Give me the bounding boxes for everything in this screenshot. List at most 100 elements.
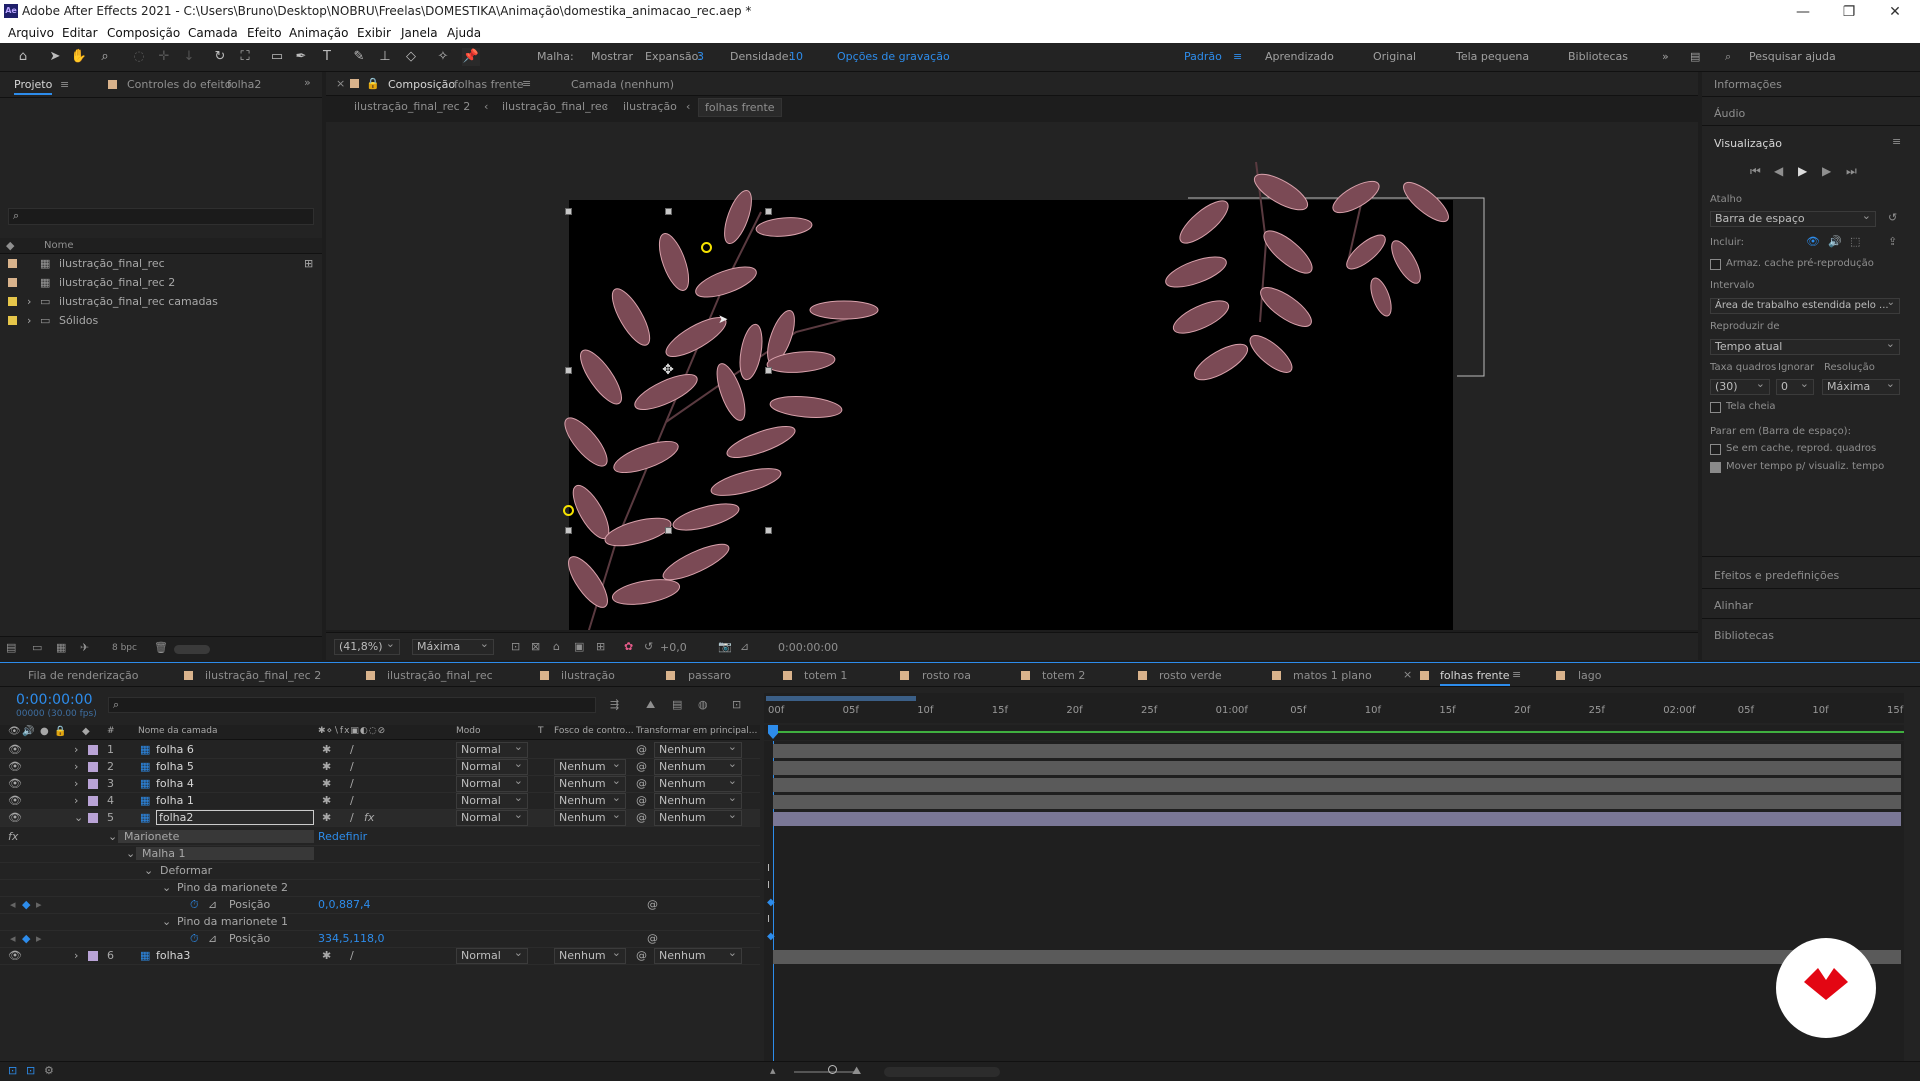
chevron-right-icon[interactable]: › — [74, 794, 78, 807]
frame-blending-icon[interactable]: ▤ — [672, 698, 682, 711]
reset-icon[interactable]: ↺ — [1888, 211, 1897, 224]
mode-dropdown[interactable]: Normal — [456, 757, 528, 775]
orbit-tool-icon[interactable]: ◌ — [130, 48, 148, 66]
graph-icon[interactable]: ⊿ — [208, 898, 217, 911]
collapse-switch-icon[interactable]: ✱ — [322, 760, 331, 773]
col-nome[interactable]: Nome — [44, 240, 74, 251]
parent-dropdown[interactable]: Nenhum — [654, 791, 742, 809]
chevron-right-icon[interactable]: › — [27, 314, 31, 327]
dolly-tool-icon[interactable]: ↓ — [180, 48, 198, 66]
layer-row[interactable]: 👁 › 2 ▦ folha 5 ✱ ∕ Normal Nenhum @ Nenhum — [0, 757, 760, 776]
interpret-footage-icon[interactable]: ▤ — [6, 641, 16, 654]
taxa-dropdown[interactable]: (30) — [1710, 377, 1770, 395]
workspace-padrao[interactable]: Padrão — [1184, 50, 1222, 63]
se-cache-checkbox[interactable] — [1710, 444, 1721, 455]
chevron-down-icon[interactable]: ⌄ — [162, 915, 171, 928]
tab-comp[interactable]: rosto verde — [1159, 669, 1222, 682]
menu-efeito[interactable]: Efeito — [247, 26, 282, 40]
prev-keyframe-icon[interactable]: ◂ — [10, 898, 16, 911]
chevron-down-icon[interactable]: ⌄ — [162, 881, 171, 894]
zoom-out-icon[interactable]: ▴ — [770, 1064, 776, 1077]
chevron-down-icon[interactable]: ⌄ — [74, 811, 83, 824]
workspace-tela-pequena[interactable]: Tela pequena — [1456, 50, 1529, 63]
layer-name[interactable]: folha 6 — [156, 743, 194, 756]
workspace-aprendizado[interactable]: Aprendizado — [1265, 50, 1334, 63]
col-layer-name[interactable]: Nome da camada — [138, 726, 217, 736]
menu-ajuda[interactable]: Ajuda — [447, 26, 481, 40]
reproduzir-dropdown[interactable]: Tempo atual — [1710, 337, 1900, 355]
transform-handle[interactable] — [665, 527, 672, 534]
flowchart-icon[interactable]: ⊞ — [304, 257, 313, 270]
stopwatch-icon[interactable]: ⏱ — [190, 898, 199, 912]
menu-janela[interactable]: Janela — [401, 26, 438, 40]
mask-visibility-icon[interactable]: ⌂ — [553, 640, 560, 653]
show-snapshot-icon[interactable]: ⊿ — [740, 640, 749, 653]
layer-row[interactable]: 👁 › 3 ▦ folha 4 ✱ ∕ Normal Nenhum @ Nenhum — [0, 774, 760, 793]
stopwatch-icon[interactable]: ⏱ — [190, 932, 199, 946]
parent-dropdown[interactable]: Nenhum — [654, 946, 742, 964]
label-swatch[interactable] — [88, 779, 98, 789]
search-help-input[interactable]: Pesquisar ajuda — [1749, 50, 1836, 63]
layer-row[interactable]: 👁 ⌄ 5 ▦ folha2 ✱ ∕ fx Normal Nenhum @ Nenhum — [0, 808, 760, 827]
pickwhip-icon[interactable]: @ — [636, 743, 647, 756]
layer-row[interactable]: 👁 › 4 ▦ folha 1 ✱ ∕ Normal Nenhum @ Nenhum — [0, 791, 760, 810]
collapse-switch-icon[interactable]: ✱ — [322, 794, 331, 807]
comp-menu-icon[interactable]: ≡ — [522, 77, 531, 90]
zoom-dropdown[interactable]: (41,8%) — [334, 637, 400, 655]
project-item[interactable]: › ▭ Sólidos — [8, 314, 318, 328]
rectangle-tool-icon[interactable]: ▭ — [268, 48, 286, 66]
viewer-timecode[interactable]: 0:00:00:00 — [778, 641, 838, 654]
quality-switch-icon[interactable]: ∕ — [350, 777, 354, 790]
keyframe-icon[interactable]: ◆ — [22, 932, 30, 945]
tab-comp[interactable]: matos 1 plano — [1293, 669, 1372, 682]
alinhar-panel-header[interactable]: Alinhar — [1714, 599, 1753, 612]
resolucao-dropdown[interactable]: Máxima — [1822, 377, 1900, 395]
track-matte-dropdown[interactable]: Nenhum — [554, 791, 626, 809]
keyframe-marker[interactable]: ◆ — [767, 931, 775, 942]
tab-comp[interactable]: rosto roa — [922, 669, 971, 682]
keyframe-marker[interactable]: I — [767, 880, 770, 891]
resolution-dropdown[interactable]: Máxima — [412, 637, 494, 655]
eraser-tool-icon[interactable]: ◇ — [402, 48, 420, 66]
eye-icon[interactable]: 👁 — [8, 949, 22, 962]
tab-comp[interactable]: lago — [1578, 669, 1602, 682]
prev-frame-icon[interactable]: ◀ — [1774, 164, 1783, 178]
graph-icon[interactable]: ⊿ — [208, 932, 217, 945]
collapse-switch-icon[interactable]: ✱ — [322, 743, 331, 756]
play-icon[interactable]: ▶ — [1798, 164, 1807, 178]
render-icon[interactable]: ✈ — [80, 641, 89, 654]
menu-exibir[interactable]: Exibir — [357, 26, 391, 40]
clone-stamp-icon[interactable]: ⊥ — [376, 48, 394, 66]
menu-composicao[interactable]: Composição — [107, 26, 180, 40]
eye-icon[interactable]: 👁 — [8, 794, 22, 807]
last-frame-icon[interactable]: ⏭ — [1846, 164, 1857, 179]
more-panels-icon[interactable]: » — [304, 76, 311, 89]
chevron-right-icon[interactable]: › — [74, 743, 78, 756]
bpc-label[interactable]: 8 bpc — [112, 643, 137, 653]
pickwhip-icon[interactable]: @ — [636, 794, 647, 807]
graph-editor-icon[interactable]: ⊡ — [732, 698, 741, 711]
chevron-right-icon[interactable]: › — [27, 295, 31, 308]
video-include-icon[interactable]: 👁 — [1806, 235, 1820, 248]
collapse-switch-icon[interactable]: ✱ — [322, 777, 331, 790]
chevron-down-icon[interactable]: ⌄ — [144, 864, 153, 877]
menu-editar[interactable]: Editar — [62, 26, 98, 40]
selection-tool-icon[interactable]: ➤ — [46, 48, 64, 66]
quality-switch-icon[interactable]: ∕ — [350, 949, 354, 962]
composition-viewer[interactable]: ✥ ➤ — [326, 122, 1698, 630]
restore-icon[interactable]: ❐ — [1826, 2, 1872, 22]
transfer-controls-icon[interactable]: ⊡ — [26, 1064, 35, 1077]
efeitos-panel-header[interactable]: Efeitos e predefinições — [1714, 569, 1839, 582]
layer-row[interactable]: 👁 › 6 ▦ folha3 ✱ ∕ Normal Nenhum @ Nenhu… — [0, 946, 760, 965]
layer-name[interactable]: folha3 — [156, 949, 190, 962]
rotate-tool-icon[interactable]: ↻ — [211, 48, 229, 66]
quality-switch-icon[interactable]: ∕ — [350, 760, 354, 773]
layer-duration-bar[interactable] — [773, 812, 1901, 826]
track-matte-dropdown[interactable]: Nenhum — [554, 808, 626, 826]
densidade-value[interactable]: 10 — [789, 50, 803, 63]
new-folder-icon[interactable]: ▭ — [32, 641, 42, 654]
new-composition-icon[interactable]: ▦ — [56, 641, 66, 654]
zoom-in-icon[interactable]: ⛰ — [852, 1064, 861, 1078]
minimize-icon[interactable]: — — [1780, 2, 1826, 22]
menu-camada[interactable]: Camada — [188, 26, 238, 40]
